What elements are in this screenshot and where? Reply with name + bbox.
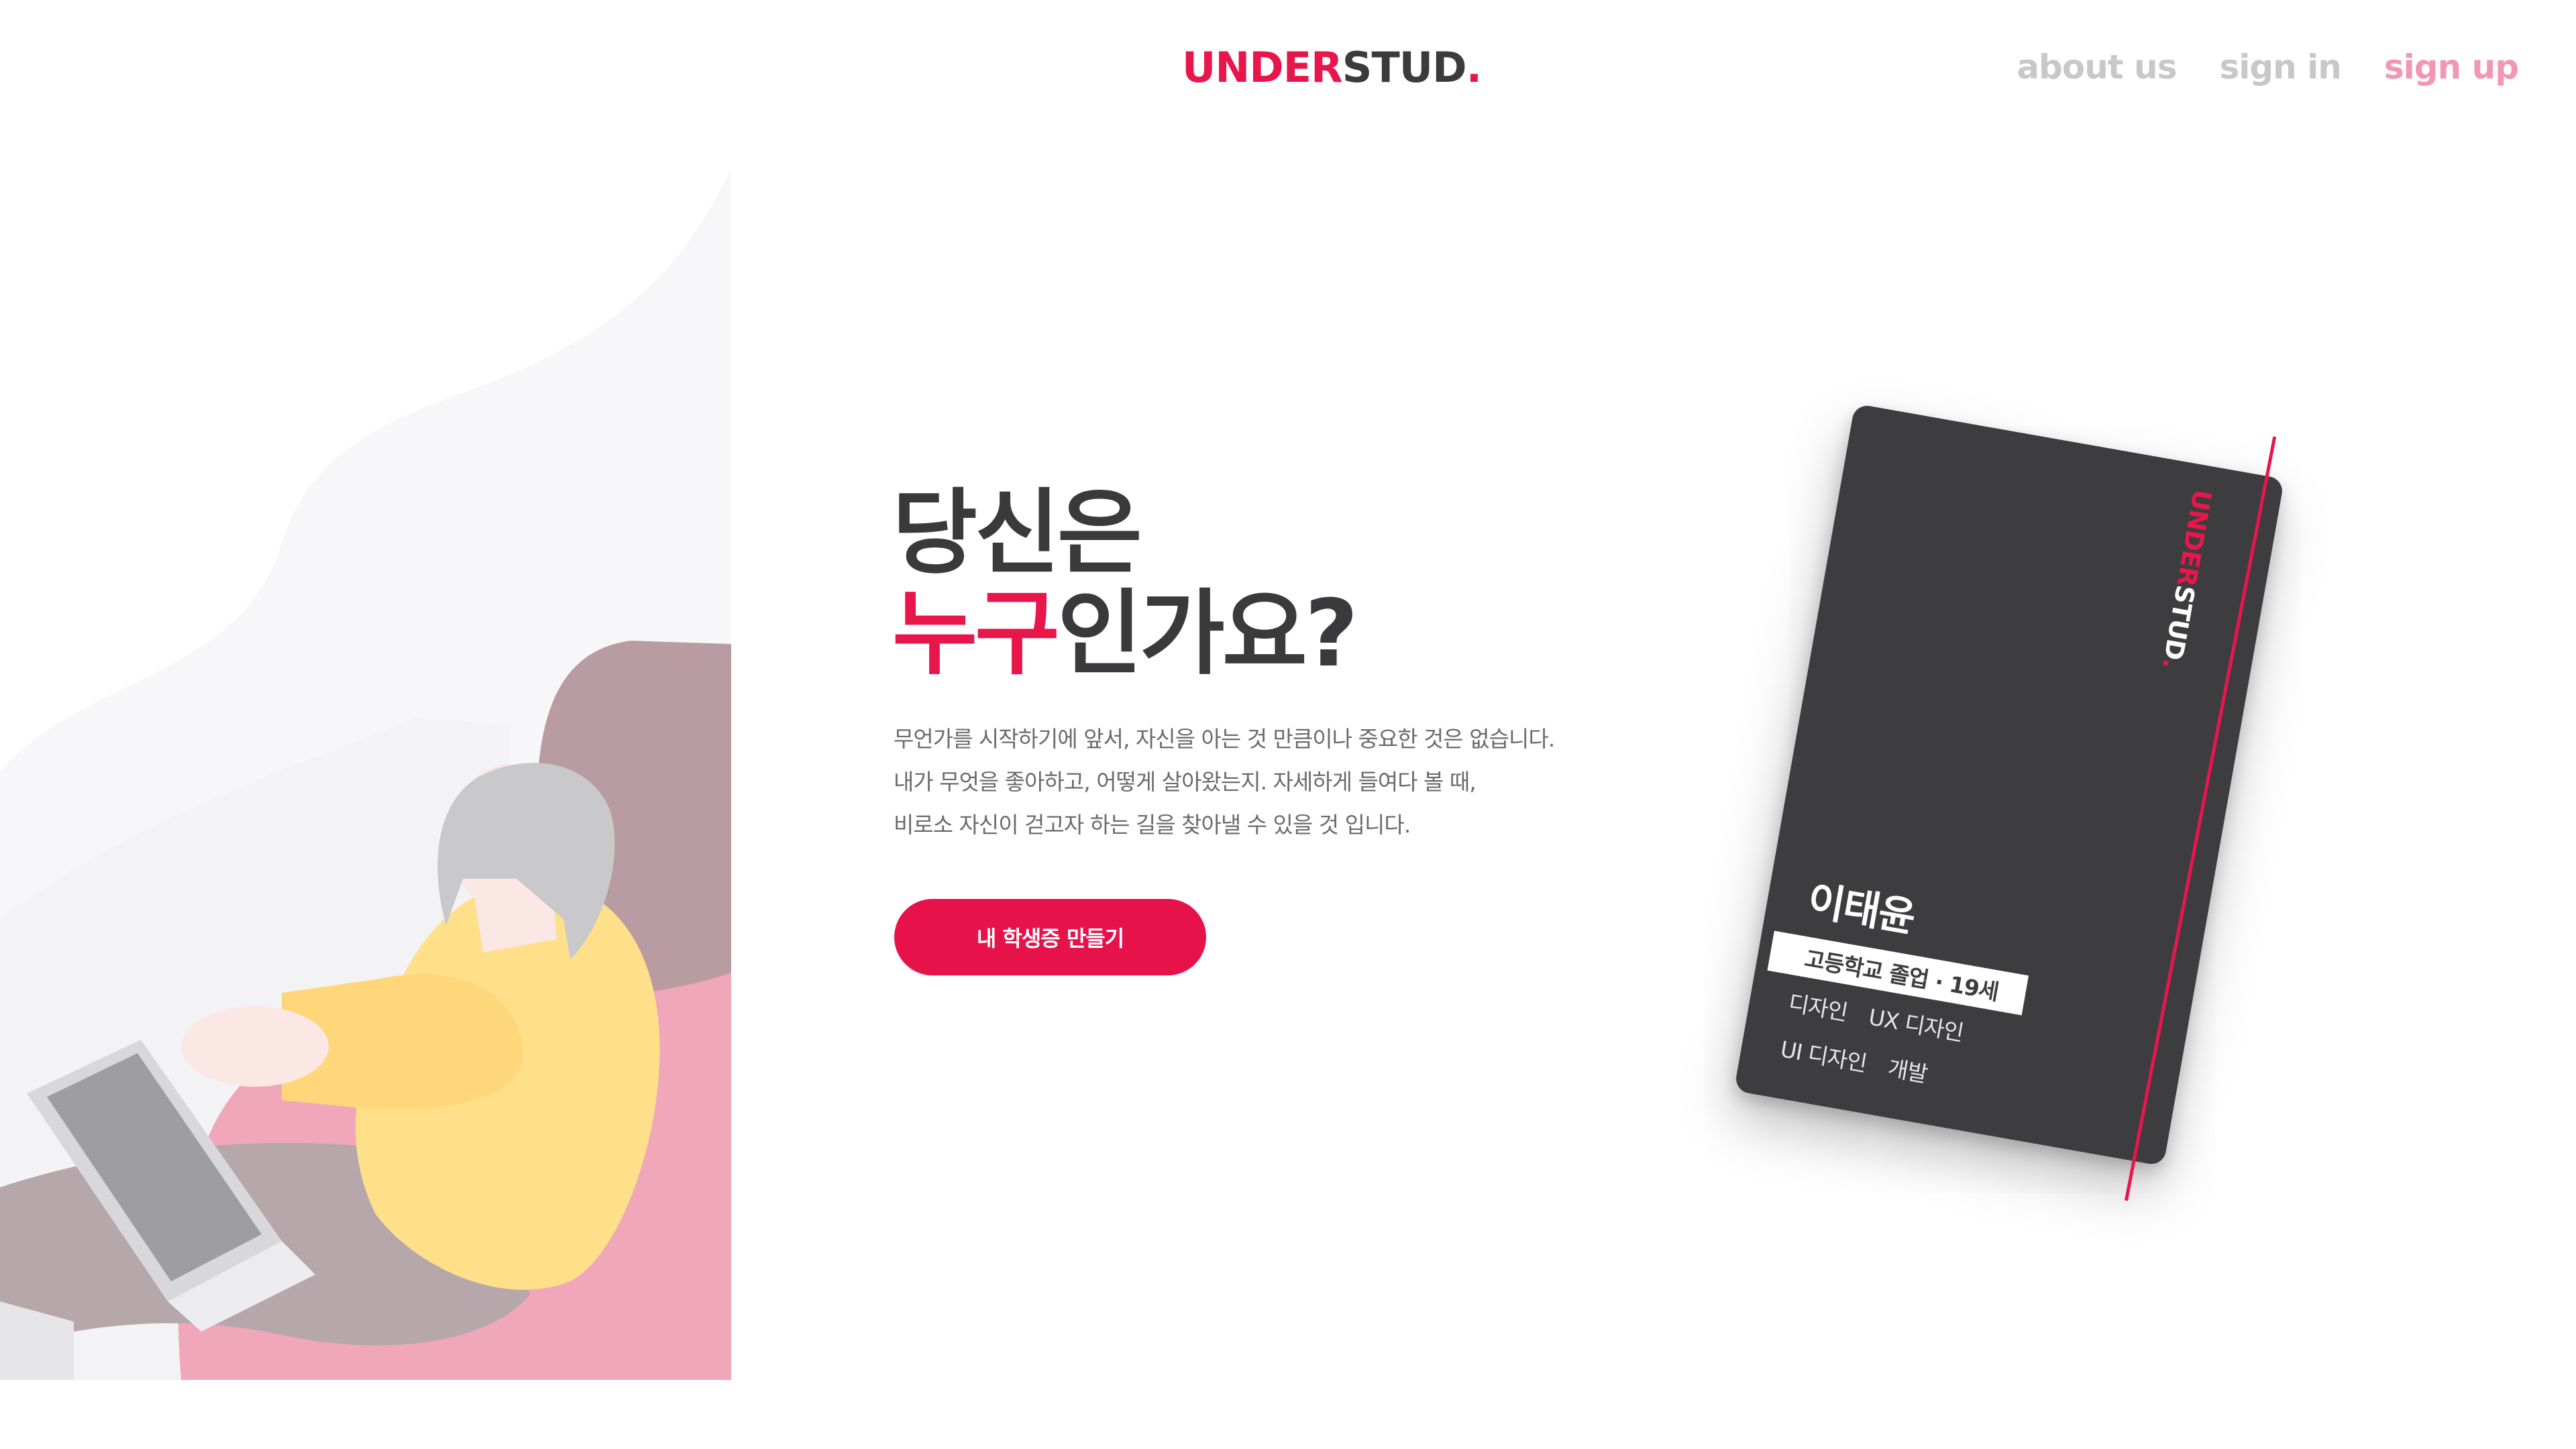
card-tags: 디자인 UX 디자인 UI 디자인 개발 (1776, 985, 2070, 1126)
create-student-card-button[interactable]: 내 학생증 만들기 (894, 899, 1206, 975)
card-logo-part-under: UNDER (2171, 487, 2218, 588)
card-student-name: 이태윤 (1804, 877, 1918, 942)
nav-sign-up[interactable]: sign up (2384, 50, 2519, 84)
logo-dot: . (1466, 43, 1483, 92)
hero-description-line: 무언가를 시작하기에 앞서, 자신을 아는 것 만큼이나 중요한 것은 없습니다… (894, 726, 1555, 752)
hero-description: 무언가를 시작하기에 앞서, 자신을 아는 것 만큼이나 중요한 것은 없습니다… (894, 718, 1555, 847)
student-card: UNDERSTUD. 이태윤 고등학교 졸업 · 19세 디자인 UX 디자인 … (1733, 403, 2285, 1201)
nav-sign-in[interactable]: sign in (2219, 50, 2341, 84)
person-with-laptop-illustration (0, 168, 731, 1380)
hero-title-rest: 인가요? (1057, 580, 1358, 688)
card-logo-part-stud: STUD (2158, 583, 2201, 662)
top-nav: about us sign in sign up (2017, 50, 2519, 84)
hero-illustration (0, 168, 731, 1380)
logo-part-stud: STUD (1342, 43, 1467, 92)
card-tag: 개발 (1886, 1055, 1929, 1087)
hero-title-accent: 누구 (892, 580, 1060, 688)
card-tag: 디자인 (1786, 989, 1849, 1026)
hero-description-line: 비로소 자신이 걷고자 하는 길을 찾아낼 수 있을 것 입니다. (894, 812, 1411, 838)
card-tag: UX 디자인 (1866, 1004, 1966, 1046)
hero-description-line: 내가 무엇을 좋아하고, 어떻게 살아왔는지. 자세하게 들여다 볼 때, (894, 769, 1477, 795)
hero-title: 당신은 누구인가요? (892, 483, 1358, 684)
hero-title-line1: 당신은 (892, 479, 1142, 587)
brand-logo[interactable]: UNDERSTUD. (1182, 47, 1482, 89)
nav-about-us[interactable]: about us (2017, 50, 2177, 84)
card-brand-logo: UNDERSTUD. (2157, 488, 2217, 671)
card-tag: UI 디자인 (1778, 1036, 1869, 1077)
logo-part-under: UNDER (1182, 43, 1343, 92)
